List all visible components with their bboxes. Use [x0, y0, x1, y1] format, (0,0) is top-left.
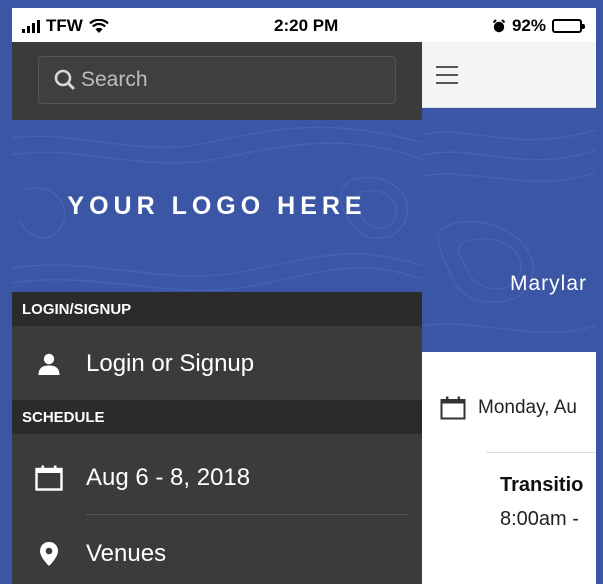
clock: 2:20 PM [274, 16, 339, 35]
hamburger-menu-icon[interactable] [436, 66, 458, 90]
search-area [12, 42, 422, 120]
topography-pattern [422, 129, 596, 333]
battery-group: 92% [492, 16, 585, 36]
section-header-schedule: SCHEDULE [12, 400, 422, 434]
menu-item-label: Login or Signup [86, 350, 255, 377]
status-bar: TFW 2:20 PM 92% [12, 8, 596, 42]
session-time: 8:00am - [500, 508, 579, 530]
search-input[interactable] [81, 68, 381, 92]
search-icon [54, 69, 75, 90]
event-title-banner: Marylar [510, 272, 588, 295]
alarm-icon [492, 19, 506, 33]
signal-icon [22, 19, 40, 33]
menu-item-label: Venues [86, 540, 167, 567]
menu-item-label: Aug 6 - 8, 2018 [86, 464, 251, 491]
event-banner: Marylar [422, 108, 596, 352]
person-icon [38, 353, 60, 375]
phone-screen: TFW 2:20 PM 92% Search YOUR LOGO HERE LO… [12, 8, 596, 584]
search-box[interactable] [38, 56, 396, 104]
wifi-icon [89, 18, 109, 33]
side-drawer: YOUR LOGO HERE LOGIN/SIGNUP Login or Sig… [12, 42, 422, 584]
carrier-group: TFW [22, 16, 109, 36]
row-divider [486, 452, 596, 453]
menu-item-venues[interactable]: Venues [12, 518, 422, 584]
date-label: Monday, Au [478, 397, 577, 418]
screenshot-frame: TFW 2:20 PM 92% Search YOUR LOGO HERE LO… [0, 0, 603, 584]
menu-item-login[interactable]: Login or Signup [12, 328, 422, 400]
section-header-login: LOGIN/SIGNUP [12, 292, 422, 326]
logo-placeholder: YOUR LOGO HERE [67, 191, 367, 220]
calendar-icon [35, 465, 63, 491]
menu-item-dates[interactable]: Aug 6 - 8, 2018 [12, 442, 422, 514]
logo-banner: YOUR LOGO HERE [12, 120, 422, 292]
location-pin-icon [40, 542, 58, 566]
battery-percent: 92% [511, 16, 546, 35]
battery-icon [552, 19, 585, 33]
session-title[interactable]: Transitio [500, 474, 583, 497]
calendar-icon [440, 396, 466, 420]
carrier-name: TFW [46, 16, 83, 35]
date-row: Monday, Au [440, 396, 577, 420]
top-app-bar [422, 42, 596, 108]
menu-divider [86, 514, 408, 515]
main-content: Marylar Monday, Au Transitio 8:00am - [422, 42, 596, 584]
